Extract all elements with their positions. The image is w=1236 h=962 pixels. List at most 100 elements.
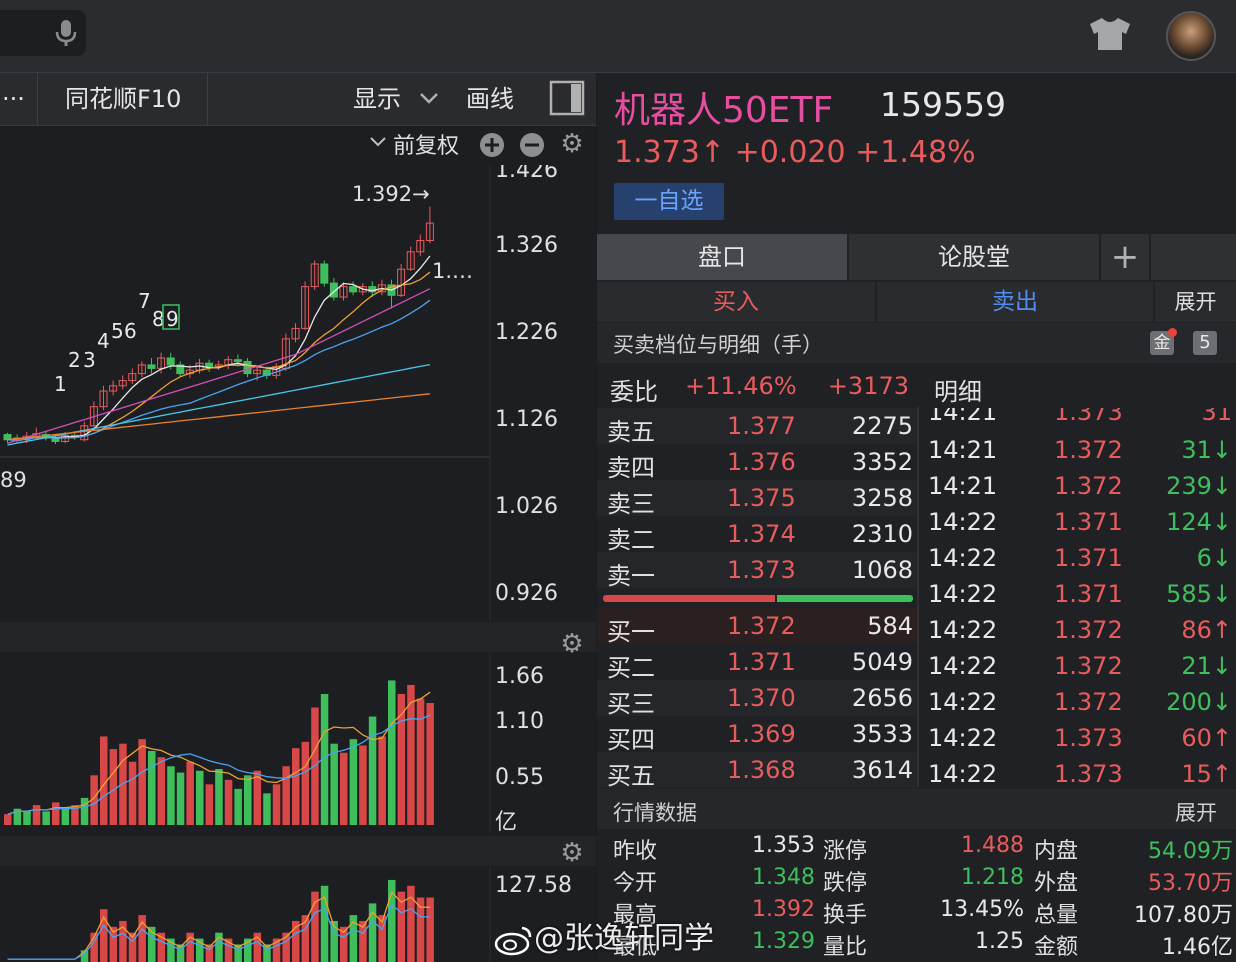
volume-bar[interactable]	[109, 749, 118, 825]
market-expand-button[interactable]: 展开	[1175, 797, 1217, 827]
avatar[interactable]	[1166, 11, 1216, 61]
volume-bar[interactable]	[272, 784, 281, 825]
tick-row[interactable]: 14:22 1.373 15↑	[919, 756, 1236, 792]
tick-row[interactable]: 14:21 1.373 31	[919, 408, 1236, 430]
more-button[interactable]: ···	[2, 73, 25, 125]
y-axis-tick-label: 127.58	[495, 873, 572, 898]
volume-bar[interactable]	[138, 739, 146, 825]
volume-bar[interactable]	[349, 739, 358, 825]
volume-header	[0, 622, 596, 652]
market-field-value: 1.353	[752, 833, 815, 858]
ma-value-label: 1.…	[432, 259, 473, 283]
tick-row[interactable]: 14:21 1.372 239↓	[919, 468, 1236, 504]
candle[interactable]	[349, 286, 358, 293]
volume-bar[interactable]	[426, 703, 434, 825]
chart-panel: ··· 同花顺F10 显示 画线 前复权 ⚙ 1.426 1.326 1.226 1.…	[0, 73, 596, 962]
market-data-title: 行情数据	[613, 801, 697, 825]
zoom-in-icon[interactable]	[479, 132, 505, 158]
volume-bar[interactable]	[215, 768, 223, 825]
market-field-value: 1.218	[961, 865, 1024, 890]
f10-button[interactable]: 同花顺F10	[65, 73, 181, 125]
search-input[interactable]	[0, 10, 86, 56]
volume-bar[interactable]	[292, 748, 300, 825]
volume-bar[interactable]	[186, 761, 194, 825]
watermark: @张逸轩同学	[494, 913, 714, 957]
market-field-label: 总量	[1034, 903, 1079, 928]
volume-bar[interactable]	[244, 775, 252, 825]
tick-row[interactable]: 14:22 1.372 86↑	[919, 612, 1236, 648]
volume-bar[interactable]	[234, 788, 242, 825]
tick-row[interactable]: 14:22 1.371 124↓	[919, 504, 1236, 540]
market-field-label: 外盘	[1034, 871, 1079, 896]
tick-row[interactable]: 14:22 1.373 60↑	[919, 720, 1236, 756]
chevron-down-icon[interactable]	[418, 89, 440, 107]
market-field-label: 昨收	[613, 839, 658, 864]
market-field-label: 内盘	[1034, 839, 1079, 864]
volume-bar[interactable]	[359, 745, 367, 825]
volume-chart[interactable]: 1.66 1.10 0.55 亿	[0, 653, 596, 833]
volume-bar[interactable]	[378, 736, 386, 825]
volume-bar[interactable]	[157, 757, 166, 825]
volume-bar[interactable]	[388, 680, 396, 825]
display-dropdown[interactable]: 显示	[353, 73, 401, 125]
y-axis-tick-label: 1.66	[495, 664, 544, 689]
candle[interactable]	[147, 364, 156, 369]
tick-row[interactable]: 14:22 1.371 6↓	[919, 540, 1236, 576]
candle[interactable]	[320, 263, 329, 284]
candle[interactable]	[205, 362, 214, 368]
volume-bar[interactable]	[301, 741, 310, 825]
tick-row[interactable]: 14:21 1.372 31↓	[919, 432, 1236, 468]
y-axis-tick-label: 1.426	[495, 165, 558, 183]
volume-bar[interactable]	[205, 784, 214, 825]
tick-row[interactable]: 14:22 1.372 21↓	[919, 648, 1236, 684]
tick-row[interactable]: 14:22 1.371 585↓	[919, 576, 1236, 612]
zoom-out-icon[interactable]	[519, 132, 545, 158]
panel-toggle-icon[interactable]	[549, 80, 585, 116]
volume-bar[interactable]	[23, 810, 31, 825]
market-field-value: 1.25	[975, 929, 1024, 954]
volume-bar[interactable]	[196, 770, 204, 825]
chart-toolbar: ··· 同花顺F10 显示 画线	[0, 73, 596, 126]
skin-shirt-icon[interactable]	[1086, 16, 1134, 52]
volume-bar[interactable]	[282, 766, 290, 825]
volume-bar[interactable]	[263, 793, 271, 825]
volume-bar[interactable]	[253, 770, 262, 825]
y-axis-tick-label: 亿	[495, 810, 517, 833]
volume-bar[interactable]	[61, 808, 70, 825]
chevron-down-icon[interactable]	[369, 135, 387, 149]
kline-chart[interactable]: 1.426 1.326 1.226 1.126 1.026 0.926 1.392→ 1.… 8…	[0, 165, 596, 620]
draw-line-button[interactable]: 画线	[466, 73, 514, 125]
sequence-label: 1	[54, 372, 67, 396]
market-field-value: 1.488	[961, 833, 1024, 858]
volume-bar[interactable]	[148, 750, 156, 825]
candle[interactable]	[166, 357, 175, 366]
market-field-label: 涨停	[823, 839, 868, 864]
volume-bar[interactable]	[368, 716, 377, 825]
volume-bar[interactable]	[340, 752, 348, 825]
gear-icon[interactable]: ⚙	[560, 131, 584, 157]
volume-bar[interactable]	[42, 811, 50, 825]
tick-row[interactable]: 14:22 1.372 200↓	[919, 684, 1236, 720]
volume-bar[interactable]	[330, 743, 338, 825]
tick-list[interactable]: 14:21 1.373 31 14:21 1.372 31↓ 14:21 1.372 239…	[597, 73, 1236, 873]
weibo-logo-icon	[494, 926, 532, 955]
gear-icon[interactable]: ⚙	[560, 840, 584, 866]
adjust-dropdown[interactable]: 前复权	[393, 128, 459, 160]
candle[interactable]	[243, 360, 252, 375]
volume-bar[interactable]	[80, 797, 89, 825]
volume-bar[interactable]	[32, 805, 41, 825]
price-label: 89	[0, 468, 27, 492]
volume-bar[interactable]	[119, 743, 127, 825]
candle[interactable]	[233, 359, 242, 362]
volume-bar[interactable]	[176, 772, 185, 825]
y-axis-tick-label: 1.326	[495, 233, 558, 258]
volume-bar[interactable]	[128, 761, 137, 825]
sequence-label: 3	[83, 348, 96, 372]
volume-bar[interactable]	[52, 802, 60, 825]
market-field-value: 1.329	[752, 929, 815, 954]
volume-bar[interactable]	[167, 766, 175, 825]
market-field-label: 换手	[823, 903, 868, 928]
volume-bar[interactable]	[224, 779, 233, 825]
volume-bar[interactable]	[4, 814, 12, 825]
microphone-icon[interactable]	[52, 18, 80, 48]
